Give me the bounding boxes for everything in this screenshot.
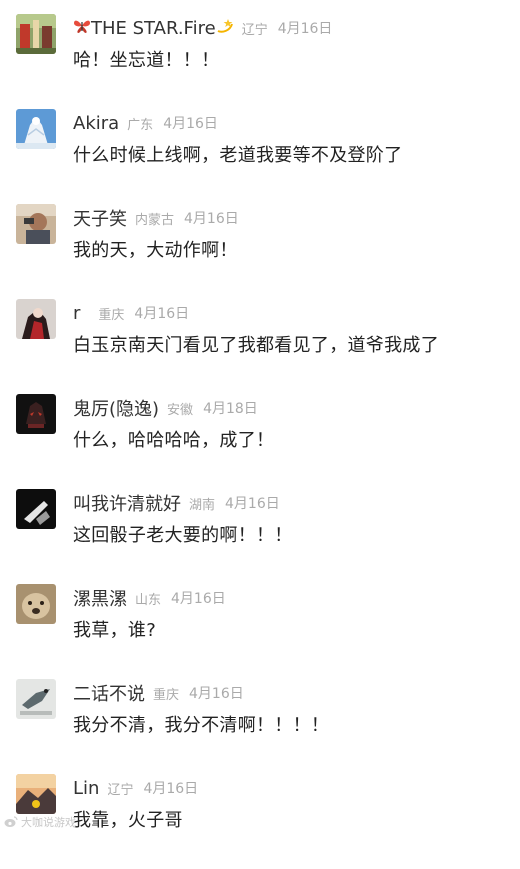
comment-meta: Lin 辽宁 4月16日 xyxy=(73,774,198,802)
dark-hand-avatar[interactable] xyxy=(16,489,56,529)
comment-item: 二话不说 重庆 4月16日 我分不清，我分不清啊！！！！ xyxy=(0,679,520,774)
date-label: 4月16日 xyxy=(171,591,226,607)
comment-text: 哈！坐忘道！！！ xyxy=(73,50,220,71)
username[interactable]: 二话不说 xyxy=(73,680,145,706)
username[interactable]: 鬼厉(隐逸) xyxy=(73,395,159,421)
location-label: 内蒙古 xyxy=(135,212,175,228)
watermark: 大咖说游戏 xyxy=(4,814,76,830)
username[interactable]: 天子笑 xyxy=(73,205,127,231)
location-label: 重庆 xyxy=(98,307,125,323)
location-label: 广东 xyxy=(127,117,154,133)
comment-meta: r 重庆 4月16日 xyxy=(73,299,189,327)
comment-item: 叫我许清就好 湖南 4月16日 这回骰子老大要的啊！！！ xyxy=(0,489,520,584)
date-label: 4月16日 xyxy=(134,306,190,322)
location-label: 辽宁 xyxy=(107,782,134,798)
username[interactable]: 漯黒漯 xyxy=(73,585,127,611)
date-label: 4月16日 xyxy=(184,211,239,227)
sunset-mountain-avatar[interactable] xyxy=(16,774,56,814)
comment-item: 漯黒漯 山东 4月16日 我草，谁? xyxy=(0,584,520,679)
location-label: 重庆 xyxy=(153,687,180,703)
date-label: 4月16日 xyxy=(225,496,280,512)
butterfly-icon xyxy=(73,18,91,38)
username[interactable]: 叫我许清就好 xyxy=(73,490,181,516)
watermark-text: 大咖说游戏 xyxy=(21,816,76,829)
portrait-avatar[interactable] xyxy=(16,204,56,244)
location-label: 安徽 xyxy=(167,402,194,418)
comment-meta: 二话不说 重庆 4月16日 xyxy=(73,679,244,707)
date-label: 4月16日 xyxy=(189,686,244,702)
comment-text: 白玉京南天门看见了我都看见了，道爷我成了 xyxy=(73,335,439,356)
snow-figure-avatar[interactable] xyxy=(16,109,56,149)
comment-item: THE STAR.Fire 辽宁 4月16日 哈！坐忘道！！！ xyxy=(0,14,520,109)
colorful-scene-avatar[interactable] xyxy=(16,14,56,54)
location-label: 湖南 xyxy=(189,497,216,513)
username[interactable]: THE STAR.Fire xyxy=(91,18,216,39)
comment-meta: 鬼厉(隐逸) 安徽 4月18日 xyxy=(73,394,258,422)
comment-meta: THE STAR.Fire 辽宁 4月16日 xyxy=(73,14,332,42)
comment-text: 我草，谁? xyxy=(73,620,157,641)
comment-item: Lin 辽宁 4月16日 我靠，火子哥 xyxy=(0,774,520,869)
date-label: 4月18日 xyxy=(203,401,258,417)
date-label: 4月16日 xyxy=(163,116,218,132)
comment-text: 我分不清，我分不清啊！！！！ xyxy=(73,715,330,736)
username[interactable]: Lin xyxy=(73,778,99,799)
comment-text: 什么时候上线啊，老道我要等不及登阶了 xyxy=(73,145,403,166)
date-label: 4月16日 xyxy=(277,21,333,37)
comment-item: 天子笑 内蒙古 4月16日 我的天，大动作啊！ xyxy=(0,204,520,299)
location-label: 山东 xyxy=(135,592,162,608)
dog-avatar[interactable] xyxy=(16,584,56,624)
comment-text: 我靠，火子哥 xyxy=(73,810,183,831)
dark-mask-avatar[interactable] xyxy=(16,394,56,434)
comment-meta: 叫我许清就好 湖南 4月16日 xyxy=(73,489,280,517)
bird-avatar[interactable] xyxy=(16,679,56,719)
username[interactable]: r xyxy=(73,303,80,324)
comment-item: Akira 广东 4月16日 什么时候上线啊，老道我要等不及登阶了 xyxy=(0,109,520,204)
date-label: 4月16日 xyxy=(143,781,199,797)
dizzy-star-icon xyxy=(216,18,234,38)
comment-meta: 漯黒漯 山东 4月16日 xyxy=(73,584,226,612)
comment-meta: Akira 广东 4月16日 xyxy=(73,109,218,137)
username[interactable]: Akira xyxy=(73,113,119,134)
comment-item: 鬼厉(隐逸) 安徽 4月18日 什么，哈哈哈哈，成了！ xyxy=(0,394,520,489)
comment-text: 什么，哈哈哈哈，成了！ xyxy=(73,430,275,451)
comment-text: 这回骰子老大要的啊！！！ xyxy=(73,525,293,546)
comment-item: r 重庆 4月16日 白玉京南天门看见了我都看见了，道爷我成了 xyxy=(0,299,520,394)
location-label: 辽宁 xyxy=(241,22,268,38)
comment-text: 我的天，大动作啊！ xyxy=(73,240,238,261)
comment-meta: 天子笑 内蒙古 4月16日 xyxy=(73,204,239,232)
weibo-icon xyxy=(4,816,18,828)
red-figure-avatar[interactable] xyxy=(16,299,56,339)
